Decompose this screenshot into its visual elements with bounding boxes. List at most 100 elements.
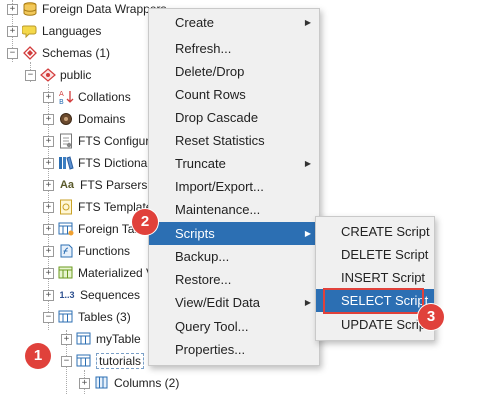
tree-node-sequences[interactable]: + 1..3 Sequences [43, 285, 140, 305]
submenu-arrow-icon: ▶ [304, 159, 311, 168]
tree-node-tables[interactable]: − Tables (3) [43, 307, 131, 327]
menu-item-delete-script[interactable]: DELETE Script [316, 243, 434, 266]
menu-item-drop-cascade[interactable]: Drop Cascade [149, 106, 319, 129]
menu-item-label: View/Edit Data [175, 295, 261, 310]
tree-node-label: public [60, 68, 92, 82]
menu-item-update-script[interactable]: UPDATE Script [316, 313, 434, 336]
menu-item-label: Restore... [175, 272, 232, 287]
menu-item-query-tool[interactable]: Query Tool... [149, 315, 319, 338]
step-3-badge: 3 [418, 304, 444, 330]
expand-toggle[interactable]: + [61, 333, 72, 345]
expand-toggle[interactable]: + [43, 223, 54, 235]
submenu-arrow-icon: ▶ [304, 18, 311, 27]
expand-toggle[interactable]: + [43, 157, 54, 169]
expand-toggle[interactable]: + [43, 267, 54, 279]
menu-item-label: Scripts [175, 226, 215, 241]
tree-node-label: Functions [78, 244, 131, 258]
tree-node-label: Sequences [80, 288, 141, 302]
expand-toggle[interactable]: + [43, 289, 54, 301]
table-icon [58, 309, 74, 325]
step-2-badge: 2 [132, 209, 158, 235]
menu-item-properties[interactable]: Properties... [149, 338, 319, 361]
menu-item-view-edit-data[interactable]: View/Edit Data ▶ [149, 291, 319, 314]
menu-item-label: Count Rows [175, 87, 246, 102]
expand-toggle[interactable]: + [43, 113, 54, 125]
expand-toggle[interactable]: + [43, 91, 54, 103]
menu-item-count-rows[interactable]: Count Rows [149, 83, 319, 106]
svg-text:A: A [59, 90, 64, 98]
submenu-arrow-icon: ▶ [304, 229, 311, 238]
collapse-toggle[interactable]: − [43, 311, 54, 323]
tree-node-label: Columns (2) [114, 376, 180, 390]
menu-item-label: Create [175, 15, 215, 30]
schema-public-icon [40, 67, 56, 83]
tree-node-label: tutorials [96, 353, 145, 369]
menu-item-label: Reset Statistics [175, 133, 265, 148]
menu-item-label: CREATE Script [341, 224, 430, 239]
sequence-icon: 1..3 [59, 290, 75, 300]
svg-text:B: B [59, 98, 64, 105]
tree-node-domains[interactable]: + Domains [43, 109, 125, 129]
tree-node-label: Languages [42, 24, 102, 38]
tree-node-collations[interactable]: + AB Collations [43, 87, 131, 107]
menu-item-label: Drop Cascade [175, 110, 259, 125]
menu-item-label: Query Tool... [175, 319, 249, 334]
menu-item-reset-statistics[interactable]: Reset Statistics [149, 129, 319, 152]
tree-node-public[interactable]: − public [25, 65, 91, 85]
tree-node-languages[interactable]: + Languages [7, 21, 101, 41]
expand-toggle[interactable]: + [7, 3, 18, 15]
tree-node-label: myTable [96, 332, 141, 346]
fts-configuration-icon [58, 133, 74, 149]
collapse-toggle[interactable]: − [61, 355, 72, 367]
columns-icon [94, 375, 110, 391]
tree-node-label: Collations [78, 90, 131, 104]
collation-icon: AB [58, 89, 74, 105]
tree-node-label: Schemas (1) [42, 46, 111, 60]
tree-node-schemas[interactable]: − Schemas (1) [7, 43, 110, 63]
fts-template-icon [58, 199, 74, 215]
menu-item-refresh[interactable]: Refresh... [149, 37, 319, 60]
tree-node-columns[interactable]: + Columns (2) [79, 373, 179, 393]
menu-item-truncate[interactable]: Truncate ▶ [149, 152, 319, 175]
tree-node-foreign-data-wrappers[interactable]: + Foreign Data Wrappers [7, 0, 167, 19]
menu-item-scripts[interactable]: Scripts ▶ [149, 222, 319, 245]
menu-item-delete-drop[interactable]: Delete/Drop [149, 60, 319, 83]
function-icon [58, 243, 74, 259]
menu-item-backup[interactable]: Backup... [149, 245, 319, 268]
menu-item-create-script[interactable]: CREATE Script [316, 220, 434, 243]
menu-item-label: UPDATE Script [341, 317, 430, 332]
menu-item-import-export[interactable]: Import/Export... [149, 175, 319, 198]
menu-item-label: Backup... [175, 249, 230, 264]
fts-dictionary-icon [58, 155, 74, 171]
menu-item-maintenance[interactable]: Maintenance... [149, 198, 319, 221]
tree-node-mytable[interactable]: + myTable [61, 329, 141, 349]
expand-toggle[interactable]: + [7, 25, 18, 37]
step-1-badge: 1 [25, 343, 51, 369]
tree-node-functions[interactable]: + Functions [43, 241, 130, 261]
menu-item-label: INSERT Script [341, 270, 426, 285]
expand-toggle[interactable]: + [79, 377, 90, 389]
domain-icon [58, 111, 74, 127]
collapse-toggle[interactable]: − [25, 69, 36, 81]
table-icon [76, 331, 92, 347]
table-icon [76, 353, 92, 369]
database-icon [22, 1, 38, 17]
menu-item-create[interactable]: Create ▶ [149, 11, 319, 34]
expand-toggle[interactable]: + [43, 201, 54, 213]
foreign-table-icon [58, 221, 74, 237]
submenu-arrow-icon: ▶ [304, 298, 311, 307]
tree-node-fts-parsers[interactable]: + Aa FTS Parsers [43, 175, 147, 195]
menu-item-label: Delete/Drop [175, 64, 245, 79]
expand-toggle[interactable]: + [43, 245, 54, 257]
tree-node-label: FTS Parsers [80, 178, 148, 192]
expand-toggle[interactable]: + [43, 135, 54, 147]
menu-item-label: Import/Export... [175, 179, 264, 194]
menu-item-label: Maintenance... [175, 202, 261, 217]
collapse-toggle[interactable]: − [7, 47, 18, 59]
tree-node-tutorials[interactable]: − tutorials [61, 351, 145, 371]
materialized-view-icon [58, 265, 74, 281]
menu-item-restore[interactable]: Restore... [149, 268, 319, 291]
expand-toggle[interactable]: + [43, 179, 54, 191]
menu-item-insert-script[interactable]: INSERT Script [316, 266, 434, 289]
menu-item-label: Properties... [175, 342, 246, 357]
